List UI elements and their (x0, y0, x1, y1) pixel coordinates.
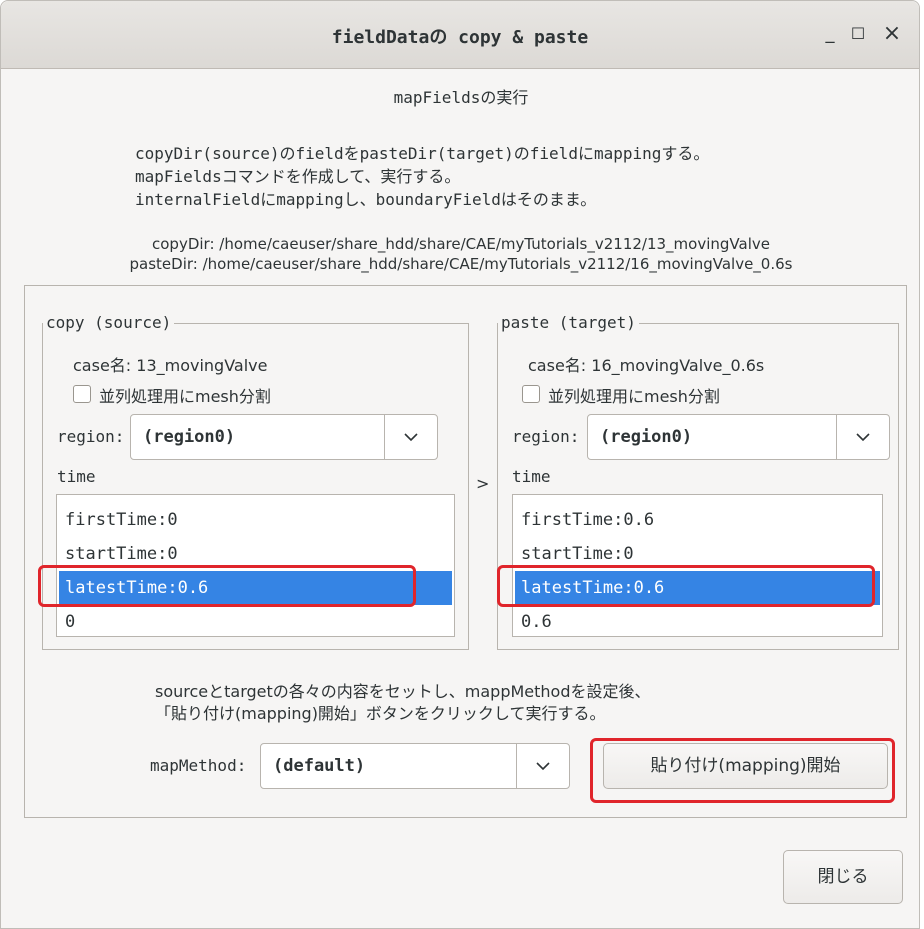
close-button[interactable]: 閉じる (783, 850, 903, 904)
paste-dir: pasteDir: /home/caeuser/share_hdd/share/… (129, 255, 793, 273)
map-method-select[interactable]: (default) (260, 743, 570, 789)
source-split-label: 並列処理用にmesh分割 (99, 387, 271, 406)
instruction-line-2: 「貼り付け(mapping)開始」ボタンをクリックして実行する。 (155, 704, 606, 723)
source-time-label: time (57, 467, 96, 486)
description-line-1: copyDir(source)のfieldをpasteDir(target)のf… (135, 144, 710, 163)
list-item[interactable]: 0 (59, 605, 452, 639)
source-case-name: case名: 13_movingValve (73, 356, 268, 375)
arrow-separator: > (476, 474, 490, 493)
chevron-down-icon (384, 415, 437, 459)
target-case-name: case名: 16_movingValve_0.6s (528, 356, 765, 375)
source-region-select[interactable]: (region0) (130, 414, 438, 460)
source-legend: copy (source) (43, 313, 175, 332)
close-icon[interactable]: × (877, 19, 907, 49)
target-region-label: region: (512, 427, 580, 446)
minimize-icon[interactable]: _ (815, 19, 845, 49)
source-split-checkbox[interactable] (73, 385, 91, 403)
source-latest-highlight (38, 565, 416, 607)
map-method-label: mapMethod: (150, 756, 247, 775)
heading: mapFieldsの実行 (393, 88, 529, 107)
list-item[interactable]: firstTime:0.6 (515, 503, 880, 537)
source-region-value: (region0) (143, 427, 236, 447)
maximize-icon[interactable]: ☐ (843, 19, 873, 49)
map-method-value: (default) (273, 756, 366, 776)
target-split-checkbox[interactable] (522, 385, 540, 403)
start-button-highlight (590, 738, 895, 803)
dialog-window: fieldDataの copy & paste _ ☐ × mapFieldsの… (0, 0, 920, 929)
copy-dir: copyDir: /home/caeuser/share_hdd/share/C… (152, 235, 770, 253)
description-line-3: internalFieldにmappingし、boundaryFieldはそのま… (135, 190, 597, 209)
target-region-value: (region0) (600, 427, 693, 447)
window-title: fieldDataの copy & paste (331, 27, 589, 48)
target-latest-highlight (497, 565, 875, 607)
title-bar[interactable]: fieldDataの copy & paste _ ☐ × (1, 1, 919, 69)
chevron-down-icon (836, 415, 889, 459)
list-item[interactable]: firstTime:0 (59, 503, 452, 537)
target-region-select[interactable]: (region0) (587, 414, 890, 460)
target-legend: paste (target) (498, 313, 639, 332)
target-split-label: 並列処理用にmesh分割 (548, 387, 720, 406)
list-item[interactable]: 0.6 (515, 605, 880, 639)
instruction-line-1: sourceとtargetの各々の内容をセットし、mappMethodを設定後、 (155, 682, 651, 701)
target-time-label: time (512, 467, 551, 486)
source-region-label: region: (57, 427, 125, 446)
chevron-down-icon (516, 744, 569, 788)
description-line-2: mapFieldsコマンドを作成して、実行する。 (135, 167, 461, 186)
